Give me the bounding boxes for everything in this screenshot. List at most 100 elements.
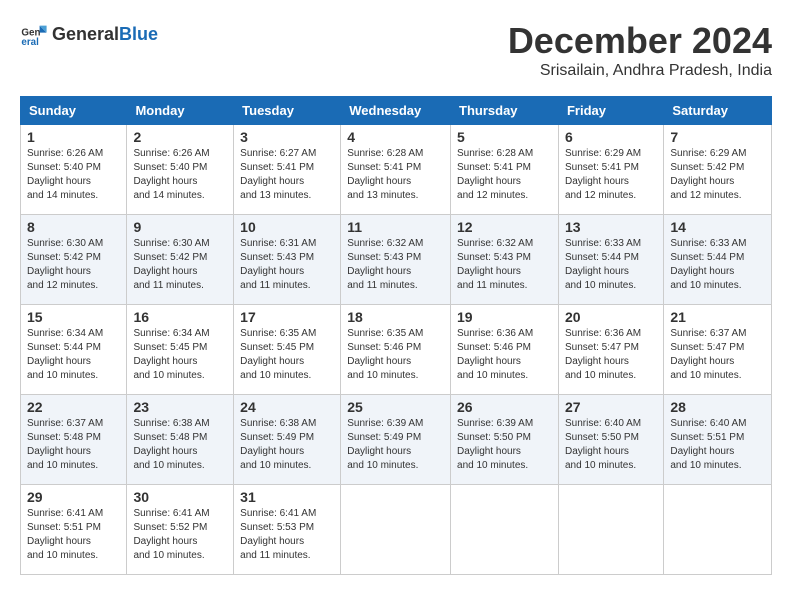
- header-friday: Friday: [558, 97, 663, 125]
- day-info: Sunrise: 6:40 AMSunset: 5:50 PMDaylight …: [565, 418, 641, 471]
- table-row: [451, 485, 559, 575]
- calendar-week-row: 1 Sunrise: 6:26 AMSunset: 5:40 PMDayligh…: [21, 125, 772, 215]
- table-row: 18 Sunrise: 6:35 AMSunset: 5:46 PMDaylig…: [341, 305, 451, 395]
- day-info: Sunrise: 6:38 AMSunset: 5:49 PMDaylight …: [240, 418, 316, 471]
- day-number: 13: [565, 219, 657, 235]
- calendar-subtitle: Srisailain, Andhra Pradesh, India: [508, 62, 772, 80]
- day-number: 14: [670, 219, 765, 235]
- day-number: 3: [240, 129, 334, 145]
- table-row: 2 Sunrise: 6:26 AMSunset: 5:40 PMDayligh…: [127, 125, 234, 215]
- day-number: 25: [347, 399, 444, 415]
- day-info: Sunrise: 6:30 AMSunset: 5:42 PMDaylight …: [133, 238, 209, 291]
- day-number: 12: [457, 219, 552, 235]
- title-section: December 2024 Srisailain, Andhra Pradesh…: [508, 20, 772, 80]
- day-info: Sunrise: 6:41 AMSunset: 5:51 PMDaylight …: [27, 508, 103, 561]
- day-info: Sunrise: 6:32 AMSunset: 5:43 PMDaylight …: [457, 238, 533, 291]
- day-info: Sunrise: 6:36 AMSunset: 5:47 PMDaylight …: [565, 328, 641, 381]
- day-number: 28: [670, 399, 765, 415]
- header-sunday: Sunday: [21, 97, 127, 125]
- day-info: Sunrise: 6:26 AMSunset: 5:40 PMDaylight …: [27, 148, 103, 201]
- svg-text:eral: eral: [21, 37, 39, 48]
- day-info: Sunrise: 6:32 AMSunset: 5:43 PMDaylight …: [347, 238, 423, 291]
- day-number: 6: [565, 129, 657, 145]
- header: Gen eral GeneralBlue December 2024 Srisa…: [20, 20, 772, 80]
- day-number: 8: [27, 219, 120, 235]
- table-row: 11 Sunrise: 6:32 AMSunset: 5:43 PMDaylig…: [341, 215, 451, 305]
- day-number: 16: [133, 309, 227, 325]
- calendar-table: Sunday Monday Tuesday Wednesday Thursday…: [20, 96, 772, 575]
- day-number: 11: [347, 219, 444, 235]
- table-row: 8 Sunrise: 6:30 AMSunset: 5:42 PMDayligh…: [21, 215, 127, 305]
- day-info: Sunrise: 6:35 AMSunset: 5:45 PMDaylight …: [240, 328, 316, 381]
- day-info: Sunrise: 6:41 AMSunset: 5:53 PMDaylight …: [240, 508, 316, 561]
- table-row: 7 Sunrise: 6:29 AMSunset: 5:42 PMDayligh…: [664, 125, 772, 215]
- logo-text-general: General: [52, 24, 119, 44]
- day-info: Sunrise: 6:39 AMSunset: 5:49 PMDaylight …: [347, 418, 423, 471]
- day-info: Sunrise: 6:40 AMSunset: 5:51 PMDaylight …: [670, 418, 746, 471]
- day-number: 20: [565, 309, 657, 325]
- day-info: Sunrise: 6:26 AMSunset: 5:40 PMDaylight …: [133, 148, 209, 201]
- day-number: 31: [240, 489, 334, 505]
- day-number: 26: [457, 399, 552, 415]
- day-number: 27: [565, 399, 657, 415]
- table-row: 12 Sunrise: 6:32 AMSunset: 5:43 PMDaylig…: [451, 215, 559, 305]
- table-row: 20 Sunrise: 6:36 AMSunset: 5:47 PMDaylig…: [558, 305, 663, 395]
- day-number: 22: [27, 399, 120, 415]
- table-row: 28 Sunrise: 6:40 AMSunset: 5:51 PMDaylig…: [664, 395, 772, 485]
- day-number: 21: [670, 309, 765, 325]
- header-wednesday: Wednesday: [341, 97, 451, 125]
- day-number: 29: [27, 489, 120, 505]
- table-row: 21 Sunrise: 6:37 AMSunset: 5:47 PMDaylig…: [664, 305, 772, 395]
- calendar-week-row: 22 Sunrise: 6:37 AMSunset: 5:48 PMDaylig…: [21, 395, 772, 485]
- table-row: 29 Sunrise: 6:41 AMSunset: 5:51 PMDaylig…: [21, 485, 127, 575]
- day-info: Sunrise: 6:35 AMSunset: 5:46 PMDaylight …: [347, 328, 423, 381]
- table-row: 22 Sunrise: 6:37 AMSunset: 5:48 PMDaylig…: [21, 395, 127, 485]
- table-row: 14 Sunrise: 6:33 AMSunset: 5:44 PMDaylig…: [664, 215, 772, 305]
- day-info: Sunrise: 6:37 AMSunset: 5:47 PMDaylight …: [670, 328, 746, 381]
- table-row: [341, 485, 451, 575]
- logo-text-blue: Blue: [119, 24, 158, 44]
- table-row: 24 Sunrise: 6:38 AMSunset: 5:49 PMDaylig…: [234, 395, 341, 485]
- day-info: Sunrise: 6:27 AMSunset: 5:41 PMDaylight …: [240, 148, 316, 201]
- day-number: 15: [27, 309, 120, 325]
- day-number: 23: [133, 399, 227, 415]
- day-number: 1: [27, 129, 120, 145]
- day-info: Sunrise: 6:30 AMSunset: 5:42 PMDaylight …: [27, 238, 103, 291]
- header-saturday: Saturday: [664, 97, 772, 125]
- day-info: Sunrise: 6:29 AMSunset: 5:42 PMDaylight …: [670, 148, 746, 201]
- header-tuesday: Tuesday: [234, 97, 341, 125]
- day-number: 17: [240, 309, 334, 325]
- table-row: 10 Sunrise: 6:31 AMSunset: 5:43 PMDaylig…: [234, 215, 341, 305]
- table-row: 31 Sunrise: 6:41 AMSunset: 5:53 PMDaylig…: [234, 485, 341, 575]
- table-row: 17 Sunrise: 6:35 AMSunset: 5:45 PMDaylig…: [234, 305, 341, 395]
- day-info: Sunrise: 6:39 AMSunset: 5:50 PMDaylight …: [457, 418, 533, 471]
- table-row: 16 Sunrise: 6:34 AMSunset: 5:45 PMDaylig…: [127, 305, 234, 395]
- calendar-week-row: 15 Sunrise: 6:34 AMSunset: 5:44 PMDaylig…: [21, 305, 772, 395]
- day-number: 18: [347, 309, 444, 325]
- day-info: Sunrise: 6:33 AMSunset: 5:44 PMDaylight …: [565, 238, 641, 291]
- day-number: 9: [133, 219, 227, 235]
- calendar-week-row: 8 Sunrise: 6:30 AMSunset: 5:42 PMDayligh…: [21, 215, 772, 305]
- day-info: Sunrise: 6:37 AMSunset: 5:48 PMDaylight …: [27, 418, 103, 471]
- table-row: 5 Sunrise: 6:28 AMSunset: 5:41 PMDayligh…: [451, 125, 559, 215]
- day-number: 24: [240, 399, 334, 415]
- calendar-header-row: Sunday Monday Tuesday Wednesday Thursday…: [21, 97, 772, 125]
- table-row: [558, 485, 663, 575]
- day-info: Sunrise: 6:28 AMSunset: 5:41 PMDaylight …: [457, 148, 533, 201]
- day-info: Sunrise: 6:29 AMSunset: 5:41 PMDaylight …: [565, 148, 641, 201]
- table-row: 30 Sunrise: 6:41 AMSunset: 5:52 PMDaylig…: [127, 485, 234, 575]
- table-row: 19 Sunrise: 6:36 AMSunset: 5:46 PMDaylig…: [451, 305, 559, 395]
- logo: Gen eral GeneralBlue: [20, 20, 158, 48]
- table-row: 26 Sunrise: 6:39 AMSunset: 5:50 PMDaylig…: [451, 395, 559, 485]
- day-info: Sunrise: 6:31 AMSunset: 5:43 PMDaylight …: [240, 238, 316, 291]
- day-info: Sunrise: 6:34 AMSunset: 5:44 PMDaylight …: [27, 328, 103, 381]
- day-info: Sunrise: 6:38 AMSunset: 5:48 PMDaylight …: [133, 418, 209, 471]
- day-info: Sunrise: 6:36 AMSunset: 5:46 PMDaylight …: [457, 328, 533, 381]
- table-row: 1 Sunrise: 6:26 AMSunset: 5:40 PMDayligh…: [21, 125, 127, 215]
- table-row: 25 Sunrise: 6:39 AMSunset: 5:49 PMDaylig…: [341, 395, 451, 485]
- day-number: 19: [457, 309, 552, 325]
- table-row: 27 Sunrise: 6:40 AMSunset: 5:50 PMDaylig…: [558, 395, 663, 485]
- table-row: 6 Sunrise: 6:29 AMSunset: 5:41 PMDayligh…: [558, 125, 663, 215]
- day-info: Sunrise: 6:28 AMSunset: 5:41 PMDaylight …: [347, 148, 423, 201]
- calendar-week-row: 29 Sunrise: 6:41 AMSunset: 5:51 PMDaylig…: [21, 485, 772, 575]
